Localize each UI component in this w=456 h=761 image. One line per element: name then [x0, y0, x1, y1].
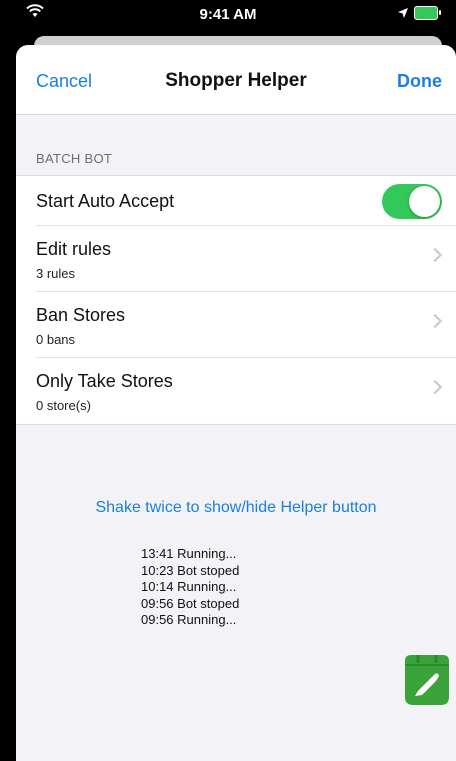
row-label: Ban Stores — [36, 305, 126, 325]
auto-accept-toggle[interactable] — [382, 184, 442, 219]
battery-icon — [414, 6, 441, 20]
status-time: 9:41 AM — [199, 6, 257, 23]
chevron-right-icon — [427, 379, 443, 395]
row-label: Only Take Stores — [36, 371, 173, 391]
navigation-bar: Cancel Shopper Helper Done — [16, 45, 456, 115]
chevron-right-icon — [427, 247, 443, 263]
status-bar: 9:41 AM — [0, 0, 456, 32]
row-only-take-stores[interactable]: Only Take Stores 0 store(s) — [16, 358, 456, 424]
chevron-right-icon — [427, 313, 443, 329]
row-label: Start Auto Accept — [36, 191, 175, 211]
log-line: 13:41 Running... — [141, 546, 237, 561]
row-label: Edit rules — [36, 239, 112, 259]
settings-list: Start Auto Accept Edit rules 3 rules Ban… — [16, 175, 456, 425]
modal-sheet: Cancel Shopper Helper Done BATCH BOT Sta… — [16, 45, 456, 761]
row-start-auto-accept: Start Auto Accept — [16, 176, 456, 226]
shopping-bag-icon — [405, 655, 449, 705]
row-edit-rules[interactable]: Edit rules 3 rules — [16, 226, 456, 292]
bot-log: 13:41 Running... 10:23 Bot stoped 10:14 … — [141, 546, 239, 629]
row-subtitle: 3 rules — [36, 266, 76, 281]
log-line: 09:56 Running... — [141, 612, 237, 627]
log-line: 10:14 Running... — [141, 579, 237, 594]
row-ban-stores[interactable]: Ban Stores 0 bans — [16, 292, 456, 358]
location-arrow-icon — [398, 5, 408, 21]
log-line: 09:56 Bot stoped — [141, 595, 240, 611]
section-header: BATCH BOT — [36, 151, 113, 166]
shake-hint-link[interactable]: Shake twice to show/hide Helper button — [16, 499, 456, 517]
helper-bag-button[interactable] — [402, 651, 452, 706]
log-line: 10:23 Bot stoped — [141, 562, 240, 578]
toggle-knob — [409, 186, 440, 217]
page-title: Shopper Helper — [165, 70, 307, 91]
row-subtitle: 0 store(s) — [36, 398, 91, 413]
row-subtitle: 0 bans — [36, 332, 76, 347]
done-button[interactable]: Done — [397, 71, 442, 92]
